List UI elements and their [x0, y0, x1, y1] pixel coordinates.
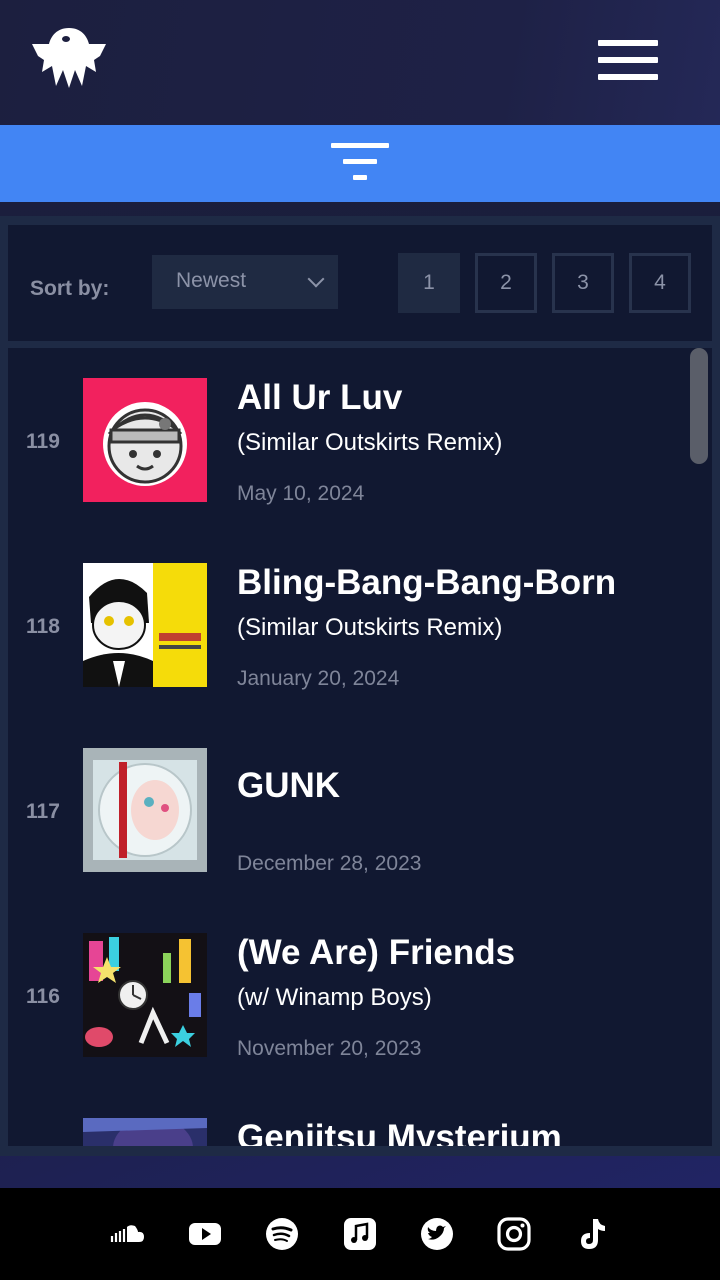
album-cover[interactable] — [83, 563, 207, 687]
track-title[interactable]: Bling-Bang-Bang-Born — [237, 563, 616, 603]
filter-button[interactable] — [0, 125, 720, 202]
header — [0, 0, 720, 125]
track-date: November 20, 2023 — [237, 1037, 422, 1060]
sort-controls: Sort by: Newest 1 2 3 4 — [8, 225, 712, 341]
album-cover[interactable] — [83, 378, 207, 502]
scrollbar[interactable] — [688, 348, 712, 1146]
track-number: 117 — [26, 800, 60, 823]
track-item[interactable]: 116 (We Are) Friends (w/ Winamp Boys) No… — [8, 933, 688, 1060]
sort-label: Sort by: — [30, 277, 110, 300]
track-item[interactable]: 117 GUNK December 28, 2023 — [8, 748, 688, 875]
album-cover[interactable] — [83, 933, 207, 1057]
track-title[interactable]: GUNK — [237, 766, 340, 806]
tiktok-icon[interactable] — [573, 1216, 609, 1252]
chevron-down-icon — [307, 270, 325, 288]
scrollbar-thumb[interactable] — [690, 348, 708, 464]
track-item[interactable]: Genjitsu Mysterium — [8, 1118, 688, 1146]
instagram-icon[interactable] — [496, 1216, 532, 1252]
track-title[interactable]: All Ur Luv — [237, 378, 402, 418]
track-number: 118 — [26, 615, 60, 638]
track-title[interactable]: (We Are) Friends — [237, 933, 515, 973]
track-list: 119 All Ur Luv (Similar Outskirts Remix)… — [8, 348, 712, 1146]
page-button-2[interactable]: 2 — [475, 253, 537, 313]
hamburger-menu-icon[interactable] — [598, 40, 658, 80]
page-button-1[interactable]: 1 — [398, 253, 460, 313]
track-title[interactable]: Genjitsu Mysterium — [237, 1118, 562, 1146]
social-links-bar — [0, 1188, 720, 1280]
page-button-4[interactable]: 4 — [629, 253, 691, 313]
page: Sort by: Newest 1 2 3 4 119 All Ur Luv (… — [0, 0, 720, 1280]
apple-music-icon[interactable] — [342, 1216, 378, 1252]
spotify-icon[interactable] — [264, 1216, 300, 1252]
album-cover[interactable] — [83, 748, 207, 872]
track-number: 119 — [26, 430, 60, 453]
track-date: December 28, 2023 — [237, 852, 422, 875]
page-button-3[interactable]: 3 — [552, 253, 614, 313]
track-number: 116 — [26, 985, 60, 1008]
youtube-icon[interactable] — [187, 1216, 223, 1252]
track-subtitle: (Similar Outskirts Remix) — [237, 614, 503, 641]
track-subtitle: (Similar Outskirts Remix) — [237, 429, 503, 456]
track-item[interactable]: 119 All Ur Luv (Similar Outskirts Remix)… — [8, 378, 688, 505]
track-date: May 10, 2024 — [237, 482, 365, 505]
ghost-logo-icon[interactable] — [30, 26, 108, 90]
sort-selected-value: Newest — [176, 269, 247, 292]
sort-select[interactable]: Newest — [152, 255, 338, 309]
track-date: January 20, 2024 — [237, 667, 400, 690]
twitter-icon[interactable] — [419, 1216, 455, 1252]
content-panel: Sort by: Newest 1 2 3 4 119 All Ur Luv (… — [0, 216, 720, 1156]
filter-icon — [331, 143, 389, 148]
album-cover[interactable] — [83, 1118, 207, 1146]
track-item[interactable]: 118 Bling-Bang-Bang-Born (Similar Outski… — [8, 563, 688, 690]
soundcloud-icon[interactable] — [110, 1216, 146, 1252]
track-subtitle: (w/ Winamp Boys) — [237, 984, 432, 1011]
